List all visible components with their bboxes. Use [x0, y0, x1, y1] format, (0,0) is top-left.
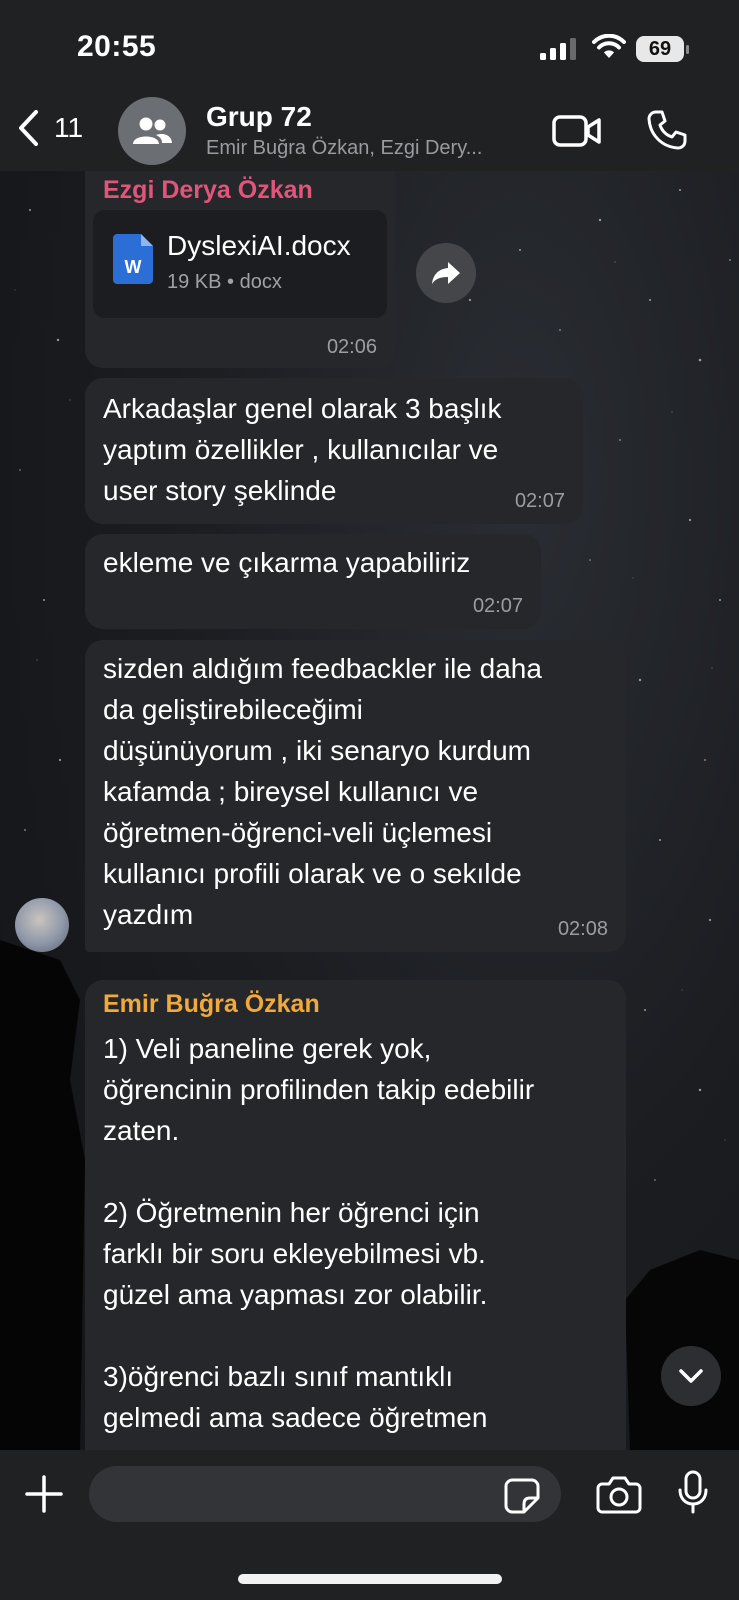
- battery-indicator: 69: [636, 36, 689, 62]
- message-bubble[interactable]: Emir Buğra Özkan 1) Veli paneline gerek …: [85, 980, 626, 1470]
- message-composer: [0, 1450, 739, 1600]
- message-text: 1) Veli paneline gerek yok, öğrencinin p…: [103, 1033, 535, 1433]
- home-indicator[interactable]: [238, 1574, 502, 1584]
- unread-count: 11: [54, 112, 84, 143]
- group-members[interactable]: Emir Buğra Özkan, Ezgi Dery...: [206, 137, 482, 160]
- message-time: 02:07: [514, 490, 565, 512]
- message-bubble[interactable]: Ezgi Derya Özkan W DyslexiAI.docx 19 KB …: [85, 170, 395, 368]
- wifi-icon: [592, 34, 626, 58]
- document-attachment[interactable]: W DyslexiAI.docx 19 KB • docx: [93, 210, 387, 318]
- group-avatar[interactable]: [118, 97, 186, 165]
- voice-call-button[interactable]: [646, 109, 688, 151]
- chat-header: 11 Grup 72 Emir Buğra Özkan, Ezgi Dery..…: [0, 95, 739, 171]
- message-time: 02:06: [326, 336, 377, 358]
- cellular-signal-icon: [540, 38, 576, 60]
- microphone-button[interactable]: [678, 1470, 708, 1514]
- battery-tip: [686, 45, 689, 54]
- chevron-left-icon: [19, 110, 38, 146]
- document-name: DyslexiAI.docx: [167, 230, 351, 261]
- document-meta: 19 KB • docx: [167, 271, 282, 293]
- word-doc-icon: W: [113, 234, 153, 284]
- message-input[interactable]: [89, 1466, 561, 1522]
- message-bubble[interactable]: Arkadaşlar genel olarak 3 başlık yaptım …: [85, 378, 583, 524]
- sender-name: Emir Buğra Özkan: [103, 990, 320, 1018]
- message-time: 02:08: [557, 918, 608, 940]
- message-time: 02:07: [472, 595, 523, 617]
- video-call-button[interactable]: [552, 113, 602, 149]
- back-button[interactable]: 11: [16, 109, 83, 147]
- clock: 20:55: [77, 30, 157, 63]
- doc-icon-letter: W: [125, 257, 142, 277]
- forward-button[interactable]: [416, 243, 476, 303]
- message-bubble[interactable]: sizden aldığım feedbackler ile daha da g…: [85, 640, 626, 952]
- sender-avatar[interactable]: [15, 898, 69, 952]
- group-title[interactable]: Grup 72: [206, 101, 312, 133]
- attach-plus-button[interactable]: [24, 1474, 64, 1514]
- message-text: sizden aldığım feedbackler ile daha da g…: [103, 653, 542, 930]
- sender-name: Ezgi Derya Özkan: [103, 176, 313, 204]
- forward-icon: [432, 262, 460, 284]
- status-bar: 20:55 69: [0, 0, 739, 95]
- sticker-icon[interactable]: [504, 1478, 540, 1514]
- message-text: ekleme ve çıkarma yapabiliriz: [103, 547, 471, 578]
- message-text: Arkadaşlar genel olarak 3 başlık yaptım …: [103, 393, 502, 506]
- message-bubble[interactable]: ekleme ve çıkarma yapabiliriz 02:07: [85, 534, 541, 629]
- chevron-down-icon: [679, 1369, 703, 1383]
- camera-button[interactable]: [596, 1476, 642, 1514]
- people-icon: [133, 117, 172, 144]
- battery-level: 69: [636, 36, 684, 62]
- scroll-to-bottom-button[interactable]: [661, 1346, 721, 1406]
